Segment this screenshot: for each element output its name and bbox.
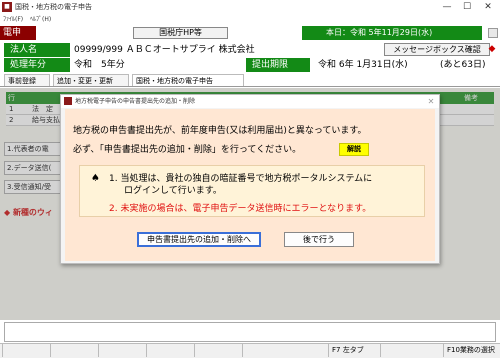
app-logo-icon [64, 97, 72, 105]
fkey-empty[interactable] [2, 344, 50, 357]
corp-name-value: 09999/999 ＡＢＣオートサプライ 株式会社 [74, 45, 255, 55]
spade-icon: ♠ [91, 173, 100, 184]
submission-destination-dialog: 地方税電子申告の申告書提出先の追加・削除 ✕ 地方税の申告書提出先が、前年度申告… [60, 94, 440, 264]
input-area[interactable] [4, 322, 496, 342]
tab-divider [0, 86, 500, 87]
menu-help[interactable]: ﾍﾙﾌﾟ(H) [30, 15, 51, 25]
tab-pre-registration[interactable]: 事前登録 [4, 74, 50, 86]
dialog-title: 地方税電子申告の申告書提出先の追加・削除 [75, 98, 196, 105]
dialog-instruction: 必ず、「申告書提出先の追加・削除」を行ってください。 [73, 145, 302, 155]
mode-indicator: 電申 [0, 26, 36, 40]
days-remaining: (あと63日) [440, 60, 486, 70]
tab-add-change-update[interactable]: 追加・変更・更新 [53, 74, 129, 86]
fkey-f7-left-tab[interactable]: F7 左タブ [328, 344, 380, 357]
today-date: 本日：令和 5年11月29日(水) [302, 26, 482, 40]
dialog-message: 地方税の申告書提出先が、前年度申告(又は利用届出)と異なっています。 [73, 126, 367, 136]
menu-bar [0, 14, 500, 26]
fkey-empty[interactable] [242, 344, 290, 357]
close-icon[interactable]: ✕ [425, 95, 437, 108]
fkey-empty[interactable] [194, 344, 242, 357]
corp-name-label: 法人名 [4, 43, 70, 57]
add-delete-destination-button[interactable]: 申告書提出先の追加・削除へ [137, 232, 261, 247]
fkey-f10-select-task[interactable]: F10業務の選択 [443, 344, 500, 357]
nta-homepage-button[interactable]: 国税庁HP等 [133, 27, 228, 39]
help-button[interactable]: 解説 [339, 143, 369, 156]
fiscal-year-label: 処理年分 [4, 58, 70, 72]
message-box-button[interactable]: メッセージボックス確認 [384, 43, 490, 56]
deadline-label: 提出期限 [246, 58, 310, 72]
window-title: 国税・地方税の電子申告 [15, 3, 92, 11]
maximize-icon[interactable]: ☐ [458, 1, 476, 13]
do-later-button[interactable]: 後で行う [284, 232, 354, 247]
fkey-empty[interactable] [146, 344, 194, 357]
fkey-empty[interactable] [50, 344, 98, 357]
fkey-empty[interactable] [380, 344, 430, 357]
minimize-icon[interactable]: — [438, 1, 456, 13]
alert-icon[interactable]: ◆ [486, 43, 498, 55]
note-line: 1. 当処理は、貴社の独自の暗証番号で地方税ポータルシステムに [109, 174, 373, 184]
menu-file[interactable]: ﾌｧｲﾙ(F) [3, 15, 23, 25]
tab-e-filing[interactable]: 国税・地方税の電子申告 [132, 74, 244, 86]
app-logo-icon: ■ [2, 2, 12, 12]
deadline-value: 令和 6年 1月31日(水) [318, 60, 408, 70]
note-line: ログインして行います。 [124, 186, 222, 196]
calendar-toggle[interactable] [488, 28, 498, 38]
warning-note: 2. 未実施の場合は、電子申告データ送信時にエラーとなります。 [109, 204, 372, 214]
fkey-empty[interactable] [98, 344, 146, 357]
fiscal-year-value: 令和 5年分 [74, 60, 125, 70]
close-icon[interactable]: ✕ [479, 1, 497, 13]
